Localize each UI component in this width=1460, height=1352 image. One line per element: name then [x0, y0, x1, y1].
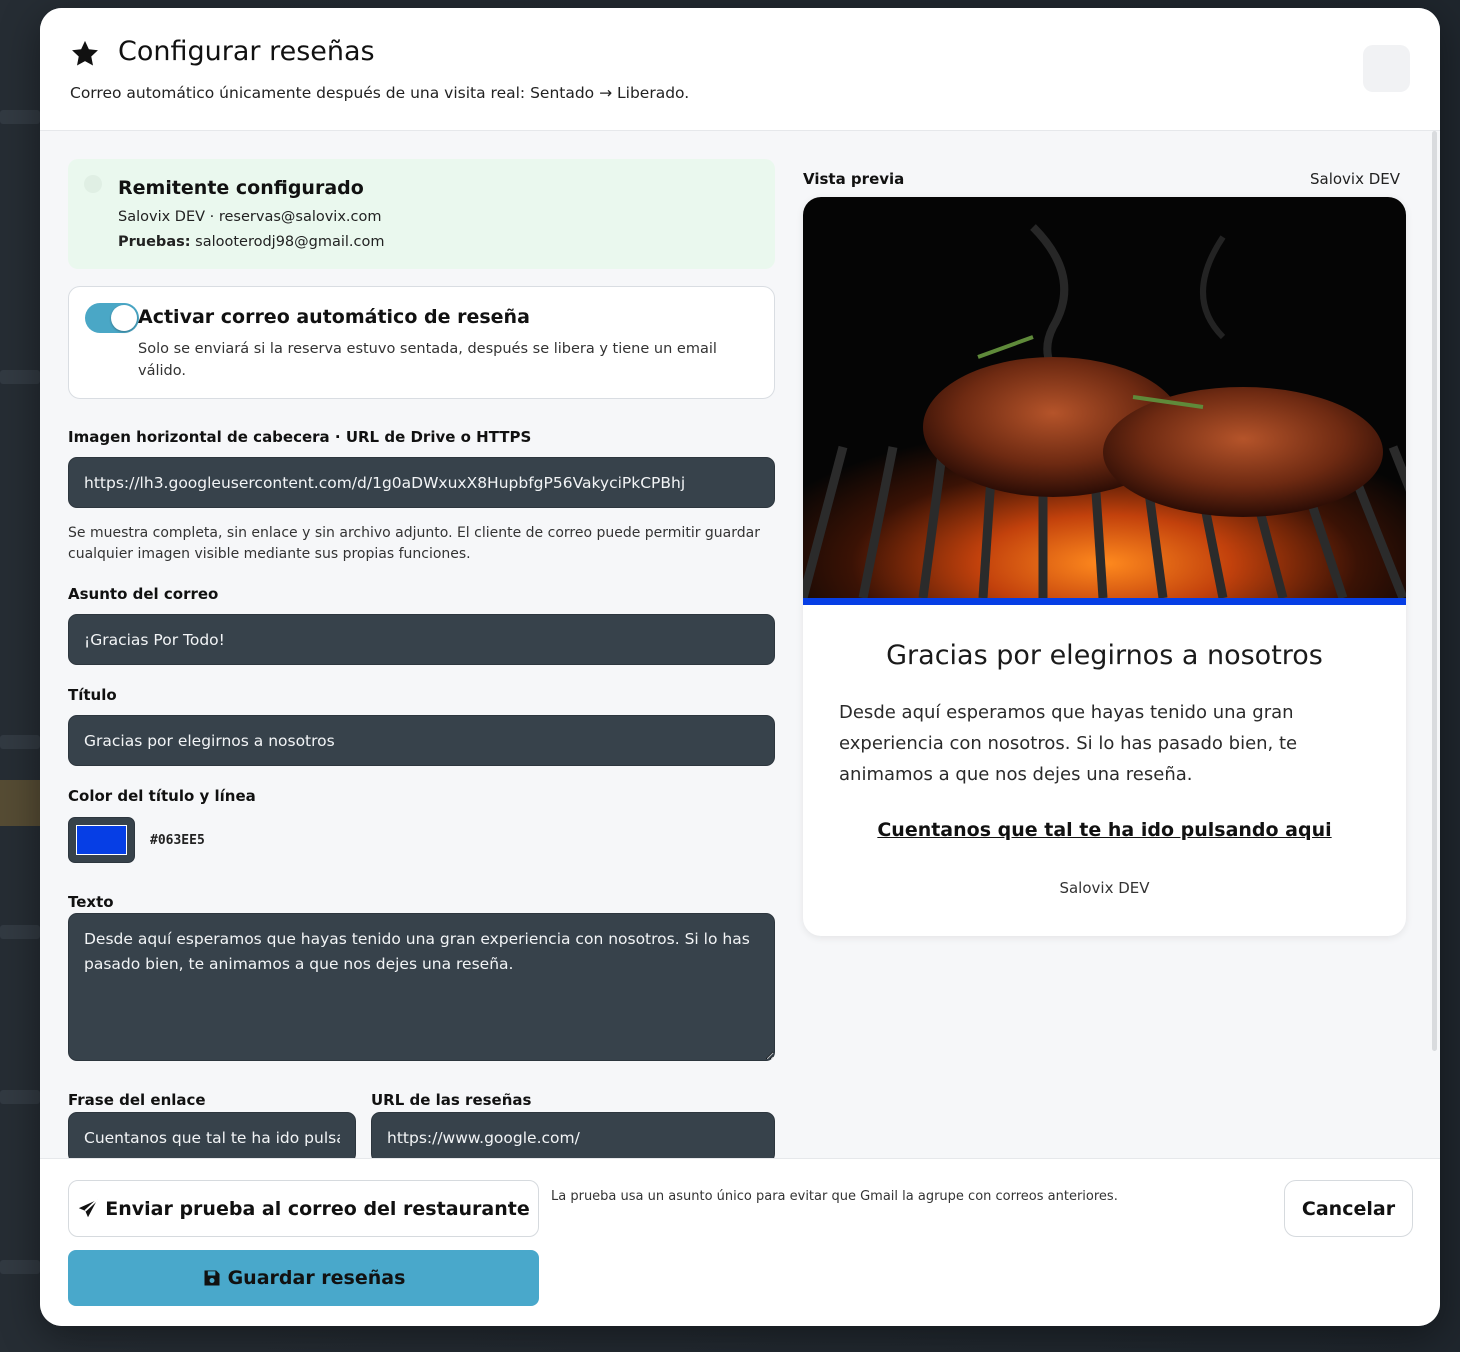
reviews-modal: Configurar reseñas Correo automático úni…	[40, 8, 1440, 1326]
toggle-title: Activar correo automático de reseña	[138, 306, 530, 328]
preview-title: Gracias por elegirnos a nosotros	[886, 640, 1323, 671]
scrollbar[interactable]	[1432, 131, 1437, 1051]
email-preview-card: Gracias por elegirnos a nosotros Desde a…	[803, 197, 1406, 936]
color-picker[interactable]	[68, 817, 135, 863]
backdrop-shape	[0, 1260, 40, 1274]
backdrop-shape	[0, 925, 40, 939]
reviews-url-input[interactable]	[371, 1112, 775, 1158]
backdrop-shape	[0, 1090, 40, 1104]
toggle-description: Solo se enviará si la reserva estuvo sen…	[138, 341, 717, 379]
sender-tests-label: Pruebas:	[118, 234, 191, 250]
preview-review-link[interactable]: Cuentanos que tal te ha ido pulsando aqu…	[803, 819, 1406, 841]
save-button[interactable]: Guardar reseñas	[68, 1250, 539, 1306]
auto-email-toggle[interactable]	[85, 303, 139, 333]
sender-tests-email: salooterodj98@gmail.com	[190, 234, 385, 250]
color-swatch-fill	[76, 825, 127, 855]
check-circle-icon	[84, 175, 102, 193]
floppy-disk-icon	[204, 1270, 220, 1286]
header-image	[803, 197, 1406, 598]
auto-email-toggle-box: Activar correo automático de reseña Solo…	[68, 286, 775, 399]
test-note: La prueba usa un asunto único para evita…	[551, 1189, 1118, 1204]
title-label: Título	[68, 686, 117, 704]
modal-footer: Enviar prueba al correo del restaurante …	[40, 1158, 1440, 1326]
reviews-url-label: URL de las reseñas	[371, 1091, 532, 1109]
image-help-text: Se muestra completa, sin enlace y sin ar…	[68, 525, 760, 562]
sender-title: Remitente configurado	[118, 177, 364, 199]
settings-form: Remitente configurado Salovix DEV · rese…	[40, 131, 800, 1158]
image-url-label: Imagen horizontal de cabecera · URL de D…	[68, 428, 532, 446]
close-button[interactable]	[1363, 45, 1410, 92]
backdrop-shape	[0, 370, 40, 384]
send-test-label: Enviar prueba al correo del restaurante	[105, 1197, 530, 1220]
paper-plane-icon	[79, 1198, 99, 1217]
cancel-button[interactable]: Cancelar	[1284, 1180, 1413, 1237]
sender-tests: Pruebas: salooterodj98@gmail.com	[118, 234, 385, 250]
sender-status-box: Remitente configurado Salovix DEV · rese…	[68, 159, 775, 269]
color-code: #063EE5	[150, 833, 205, 848]
backdrop-shape	[0, 110, 40, 124]
image-url-input[interactable]	[68, 457, 775, 508]
preview-brand: Salovix DEV	[1310, 170, 1401, 188]
preview-label: Vista previa	[803, 170, 905, 188]
preview-footer: Salovix DEV	[1059, 879, 1150, 897]
preview-text: Desde aquí esperamos que hayas tenido un…	[839, 702, 1298, 785]
body-text-input[interactable]: Desde aquí esperamos que hayas tenido un…	[68, 913, 775, 1061]
link-phrase-label: Frase del enlace	[68, 1091, 206, 1109]
sender-address: Salovix DEV · reservas@salovix.com	[118, 209, 382, 225]
accent-line	[803, 598, 1406, 605]
backdrop-shape	[0, 735, 40, 749]
subject-label: Asunto del correo	[68, 585, 219, 603]
modal-title: Configurar reseñas	[118, 36, 375, 67]
save-label: Guardar reseñas	[227, 1267, 406, 1289]
send-test-button[interactable]: Enviar prueba al correo del restaurante	[68, 1180, 539, 1237]
title-input[interactable]	[68, 715, 775, 766]
text-label: Texto	[68, 893, 114, 911]
subject-input[interactable]	[68, 614, 775, 665]
color-label: Color del título y línea	[68, 787, 256, 805]
star-icon	[72, 40, 98, 66]
toggle-knob	[111, 305, 137, 331]
link-phrase-input[interactable]	[68, 1112, 356, 1158]
modal-header: Configurar reseñas Correo automático úni…	[40, 8, 1440, 131]
modal-subtitle: Correo automático únicamente después de …	[70, 84, 690, 102]
backdrop-shape	[0, 780, 40, 826]
